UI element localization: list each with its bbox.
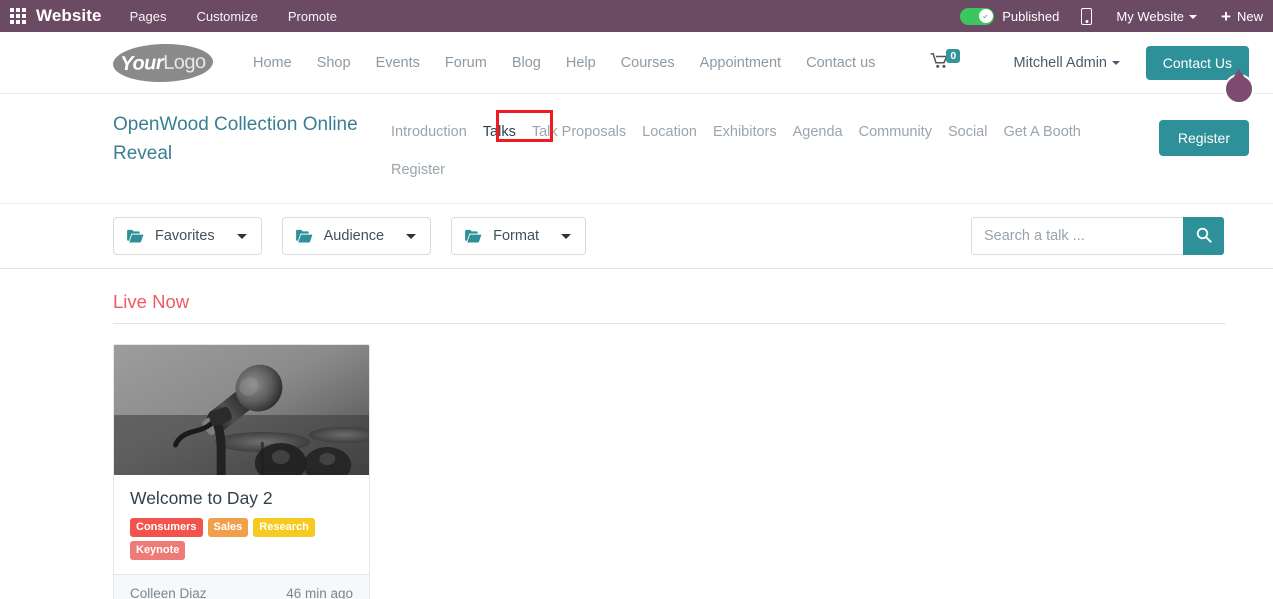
favorites-dropdown[interactable]: Favorites xyxy=(113,217,262,255)
talk-card[interactable]: Welcome to Day 2 Consumers Sales Researc… xyxy=(113,344,370,599)
cart-button[interactable]: 0 xyxy=(930,48,963,73)
logo-primary-text: Your xyxy=(120,50,164,75)
tab-talks[interactable]: Talks xyxy=(483,113,516,151)
nav-item-events[interactable]: Events xyxy=(376,55,420,71)
section-title-live-now: Live Now xyxy=(113,291,190,312)
chevron-down-icon xyxy=(1189,15,1198,20)
tab-social[interactable]: Social xyxy=(948,113,988,151)
event-title: OpenWood Collection Online Reveal xyxy=(113,114,358,165)
search-button[interactable] xyxy=(1183,217,1224,255)
talk-card-image[interactable] xyxy=(114,345,369,475)
app-brand-name[interactable]: Website xyxy=(36,6,102,26)
tab-register[interactable]: Register xyxy=(391,151,445,189)
nav-item-forum[interactable]: Forum xyxy=(445,55,487,71)
site-nav: Home Shop Events Forum Blog Help Courses… xyxy=(253,48,963,73)
site-selector-label: My Website xyxy=(1116,8,1185,24)
talk-card-title[interactable]: Welcome to Day 2 xyxy=(130,488,353,509)
folder-open-icon xyxy=(127,229,144,243)
nav-item-appointment[interactable]: Appointment xyxy=(700,55,781,71)
nav-item-courses[interactable]: Courses xyxy=(621,55,675,71)
mobile-preview-icon[interactable] xyxy=(1081,7,1093,25)
audience-dropdown-label: Audience xyxy=(323,228,385,244)
new-button-label: New xyxy=(1236,8,1263,24)
nav-item-shop[interactable]: Shop xyxy=(317,55,351,71)
tab-agenda[interactable]: Agenda xyxy=(793,113,843,151)
nav-item-contact-us[interactable]: Contact us xyxy=(806,55,875,71)
tab-talk-proposals[interactable]: Talk Proposals xyxy=(532,113,626,151)
menu-item-customize[interactable]: Customize xyxy=(196,9,257,24)
menu-item-pages[interactable]: Pages xyxy=(130,9,167,24)
tab-exhibitors[interactable]: Exhibitors xyxy=(713,113,777,151)
favorites-dropdown-label: Favorites xyxy=(155,228,215,244)
chevron-down-icon xyxy=(236,233,247,239)
format-dropdown-label: Format xyxy=(493,228,540,244)
tag-sales[interactable]: Sales xyxy=(207,518,249,537)
format-dropdown[interactable]: Format xyxy=(451,217,587,255)
folder-open-icon xyxy=(295,229,313,243)
tab-get-a-booth[interactable]: Get A Booth xyxy=(1003,113,1080,151)
plus-icon: + xyxy=(1221,6,1231,26)
check-icon xyxy=(978,9,993,23)
nav-item-help[interactable]: Help xyxy=(566,55,596,71)
filter-bar: Favorites Audience Format xyxy=(0,204,1273,269)
section-divider xyxy=(113,323,1226,324)
search-input[interactable] xyxy=(971,217,1183,255)
cart-count-badge: 0 xyxy=(946,48,961,63)
chevron-down-icon xyxy=(561,233,572,239)
tag-keynote[interactable]: Keynote xyxy=(130,541,186,560)
site-selector[interactable]: My Website xyxy=(1116,8,1198,24)
chevron-down-icon xyxy=(1112,60,1120,65)
event-header: OpenWood Collection Online Reveal Introd… xyxy=(0,94,1273,204)
tag-research[interactable]: Research xyxy=(253,518,315,537)
site-logo[interactable]: Your Logo xyxy=(112,42,214,83)
user-menu[interactable]: Mitchell Admin xyxy=(1014,55,1120,71)
nav-item-home[interactable]: Home xyxy=(253,55,292,71)
menu-item-promote[interactable]: Promote xyxy=(288,9,337,24)
tab-location[interactable]: Location xyxy=(642,113,697,151)
tag-consumers[interactable]: Consumers xyxy=(130,518,203,537)
talk-card-author: Colleen Diaz xyxy=(130,586,207,599)
search-bar xyxy=(971,217,1224,255)
talk-card-tags: Consumers Sales Research Keynote xyxy=(130,518,353,560)
tab-community[interactable]: Community xyxy=(859,113,932,151)
talk-card-time: 46 min ago xyxy=(286,586,353,599)
main-content: Live Now Welcome to Day 2 Consumers Sale… xyxy=(0,269,1273,599)
logo-secondary-text: Logo xyxy=(162,49,206,73)
published-label: Published xyxy=(1002,8,1060,24)
odoo-top-bar-right: Published My Website + New xyxy=(960,0,1263,32)
search-icon xyxy=(1196,227,1212,246)
audience-dropdown[interactable]: Audience xyxy=(281,217,432,255)
website-header: Your Logo Home Shop Events Forum Blog Hel… xyxy=(0,32,1273,104)
talk-card-body: Welcome to Day 2 Consumers Sales Researc… xyxy=(114,475,369,574)
folder-open-icon xyxy=(465,229,482,243)
talk-card-footer: Colleen Diaz 46 min ago xyxy=(114,574,369,599)
apps-grid-icon[interactable] xyxy=(0,0,36,32)
tab-introduction[interactable]: Introduction xyxy=(391,113,467,151)
new-button[interactable]: + New xyxy=(1221,8,1263,25)
register-button[interactable]: Register xyxy=(1158,120,1249,156)
odoo-top-bar: Website Pages Customize Promote Publishe… xyxy=(0,0,1273,32)
publish-toggle[interactable] xyxy=(960,7,995,25)
odoo-menu: Pages Customize Promote xyxy=(130,9,337,24)
chevron-down-icon xyxy=(406,233,417,239)
event-tabs: Introduction Talks Talk Proposals Locati… xyxy=(391,110,1151,189)
nav-item-blog[interactable]: Blog xyxy=(512,55,541,71)
user-name-label: Mitchell Admin xyxy=(1013,54,1107,71)
